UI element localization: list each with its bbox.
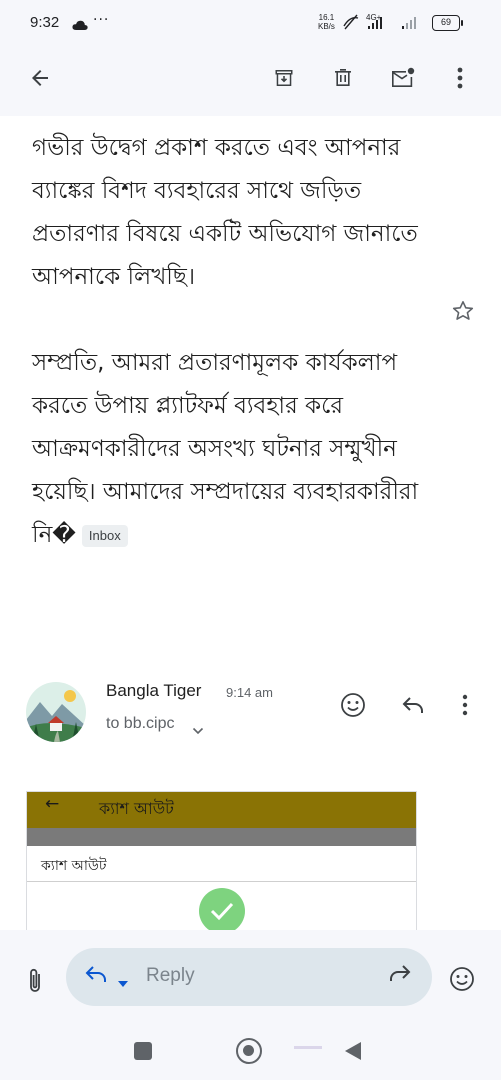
preview-title: ক্যাশ আউট <box>99 799 174 818</box>
more-options-button[interactable] <box>446 62 474 94</box>
sender-avatar[interactable] <box>26 682 86 742</box>
recipient-details[interactable]: to bb.cipc <box>106 715 174 733</box>
reply-input[interactable]: Reply <box>66 948 432 1006</box>
status-time: 9:32 <box>30 14 60 31</box>
battery-indicator: 69 <box>432 15 463 31</box>
inbox-label-chip[interactable]: Inbox <box>81 524 128 547</box>
nav-back-button[interactable] <box>344 1041 362 1065</box>
reply-icon[interactable] <box>84 964 108 988</box>
landscape-avatar-icon <box>26 682 86 742</box>
preview-header: ← ক্যাশ আউট <box>27 792 416 828</box>
forward-icon <box>390 965 411 981</box>
status-bar: 9:32 ··· 16.1 KB/s 4G+ 69 <box>0 0 501 48</box>
notification-dots: ··· <box>93 12 110 28</box>
more-vert-icon <box>457 67 463 89</box>
emoji-icon <box>341 693 365 717</box>
arrow-back-icon <box>32 70 48 86</box>
signal-icons: 4G+ <box>342 12 428 36</box>
inline-image-preview[interactable]: ← ক্যাশ আউট ক্যাশ আউট <box>26 791 417 946</box>
check-circle-icon <box>199 888 245 934</box>
sender-time: 9:14 am <box>226 685 273 700</box>
top-app-bar <box>0 48 501 116</box>
archive-icon <box>275 70 293 86</box>
star-outline-icon <box>452 301 474 320</box>
body-paragraph: বাংলা কাস্টমার সার্ভিস এ প্রধান, আমাদের … <box>32 116 418 290</box>
star-button[interactable] <box>450 298 476 324</box>
emoji-button[interactable] <box>447 964 477 994</box>
system-nav-bar <box>0 1024 501 1080</box>
reply-icon <box>402 697 423 713</box>
body-paragraph-2: সম্প্রতি, আমরা প্রতারণামূলক কার্যকলাপ কর… <box>32 350 419 548</box>
sender-name[interactable]: Bangla Tiger <box>106 681 201 701</box>
message-more-button[interactable] <box>452 690 478 720</box>
preview-back-arrow: ← <box>45 794 60 814</box>
preview-divider <box>27 828 416 846</box>
reply-type-dropdown-icon[interactable] <box>118 972 128 991</box>
nav-divider <box>294 1046 322 1049</box>
add-reaction-button[interactable] <box>338 690 368 720</box>
delete-button[interactable] <box>327 62 359 94</box>
message-body: বাংলা কাস্টমার সার্ভিস এ প্রধান, আমাদের … <box>32 116 432 557</box>
network-type: 4G+ <box>366 13 382 22</box>
reply-placeholder[interactable]: Reply <box>146 965 195 987</box>
mark-unread-button[interactable] <box>386 62 420 94</box>
back-button[interactable] <box>22 60 58 96</box>
cloud-icon <box>72 16 88 35</box>
delete-icon <box>335 69 351 86</box>
archive-button[interactable] <box>268 62 300 94</box>
attach-file-icon <box>30 968 40 992</box>
emoji-icon <box>450 967 474 991</box>
message-view[interactable]: বাংলা কাস্টমার সার্ভিস এ প্রধান, আমাদের … <box>0 116 501 946</box>
chevron-down-icon[interactable] <box>192 720 204 739</box>
net-speed: 16.1 KB/s <box>318 13 335 31</box>
mark-unread-icon <box>392 67 415 87</box>
more-vert-icon <box>462 694 468 716</box>
attach-button[interactable] <box>22 966 48 996</box>
preview-section: ক্যাশ আউট <box>27 846 416 882</box>
forward-button[interactable] <box>388 963 416 991</box>
recents-button[interactable] <box>134 1042 152 1060</box>
preview-section-label: ক্যাশ আউট <box>41 858 107 874</box>
home-button[interactable] <box>236 1038 262 1064</box>
reply-button[interactable] <box>398 690 428 720</box>
reply-bar: Reply <box>0 930 501 1024</box>
